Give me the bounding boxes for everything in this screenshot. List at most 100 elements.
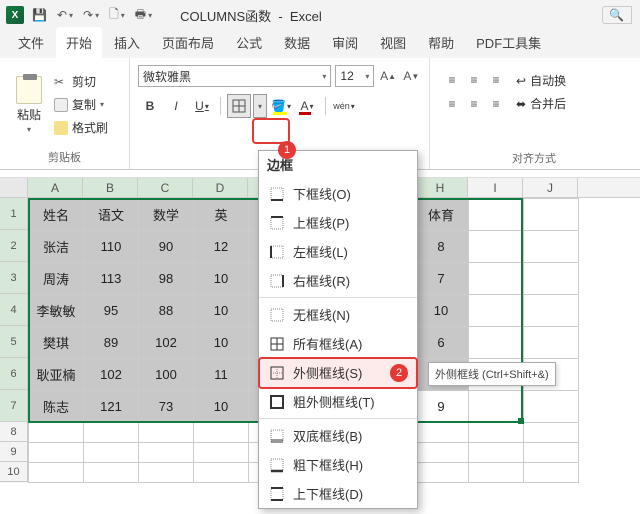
cell[interactable]: 121 <box>84 391 139 423</box>
new-file-icon[interactable]: 🗋▾ <box>109 5 125 26</box>
tab-help[interactable]: 帮助 <box>418 27 464 58</box>
cell[interactable]: 73 <box>139 391 194 423</box>
border-menu-item[interactable]: 粗外侧框线(T) <box>259 387 417 416</box>
cell[interactable] <box>194 423 249 443</box>
cell[interactable] <box>139 423 194 443</box>
cell[interactable]: 102 <box>139 327 194 359</box>
col-header[interactable]: C <box>138 178 193 197</box>
cell[interactable]: 李敏敏 <box>29 295 84 327</box>
phonetic-button[interactable]: wén▾ <box>332 94 356 118</box>
cell[interactable]: 12 <box>194 231 249 263</box>
align-middle-icon[interactable]: ≡ <box>464 70 484 90</box>
row-header[interactable]: 4 <box>0 294 28 326</box>
cell[interactable] <box>469 391 524 423</box>
cell[interactable]: 95 <box>84 295 139 327</box>
row-header[interactable]: 7 <box>0 390 28 422</box>
cell[interactable] <box>469 199 524 231</box>
cell[interactable] <box>469 263 524 295</box>
tab-layout[interactable]: 页面布局 <box>152 27 224 58</box>
undo-icon[interactable]: ↶▾ <box>57 8 73 22</box>
col-header[interactable]: J <box>523 178 578 197</box>
cell[interactable] <box>29 423 84 443</box>
cell[interactable] <box>469 463 524 483</box>
cell[interactable] <box>469 443 524 463</box>
tab-view[interactable]: 视图 <box>370 27 416 58</box>
border-menu-item[interactable]: 所有框线(A) <box>259 329 417 358</box>
cell[interactable] <box>524 199 579 231</box>
cell[interactable]: 张洁 <box>29 231 84 263</box>
cell[interactable]: 8 <box>414 231 469 263</box>
font-name-select[interactable]: 微软雅黑▾ <box>138 65 331 87</box>
align-top-icon[interactable]: ≡ <box>442 70 462 90</box>
align-right-icon[interactable]: ≡ <box>486 94 506 114</box>
align-center-icon[interactable]: ≡ <box>464 94 484 114</box>
border-button[interactable] <box>227 94 251 118</box>
cell[interactable]: 90 <box>139 231 194 263</box>
cell[interactable]: 7 <box>414 263 469 295</box>
cell[interactable] <box>524 263 579 295</box>
border-menu-item[interactable]: 下框线(O) <box>259 179 417 208</box>
row-header[interactable]: 2 <box>0 230 28 262</box>
copy-button[interactable]: 复制▾ <box>54 96 108 113</box>
increase-font-icon[interactable]: A▲ <box>378 65 397 87</box>
align-left-icon[interactable]: ≡ <box>442 94 462 114</box>
border-menu-item[interactable]: 上下框线(D) <box>259 479 417 508</box>
cell[interactable]: 陈志 <box>29 391 84 423</box>
underline-button[interactable]: U▾ <box>190 94 214 118</box>
border-menu-item[interactable]: 左框线(L) <box>259 237 417 266</box>
cell[interactable]: 10 <box>194 295 249 327</box>
tab-file[interactable]: 文件 <box>8 27 54 58</box>
tab-formula[interactable]: 公式 <box>226 27 272 58</box>
wrap-text-button[interactable]: ↩自动换 <box>516 72 566 89</box>
cell[interactable] <box>524 463 579 483</box>
font-size-select[interactable]: 12▾ <box>335 65 374 87</box>
cell[interactable]: 6 <box>414 327 469 359</box>
font-color-button[interactable]: A▾ <box>295 94 319 118</box>
cell[interactable]: 数学 <box>139 199 194 231</box>
cell[interactable] <box>139 443 194 463</box>
cell[interactable] <box>29 463 84 483</box>
row-header[interactable]: 5 <box>0 326 28 358</box>
cell[interactable]: 9 <box>414 391 469 423</box>
cell[interactable] <box>414 443 469 463</box>
cell[interactable] <box>524 443 579 463</box>
cell[interactable] <box>194 443 249 463</box>
row-header[interactable]: 3 <box>0 262 28 294</box>
col-header[interactable]: H <box>413 178 468 197</box>
cell[interactable]: 10 <box>414 295 469 327</box>
cell[interactable] <box>84 463 139 483</box>
cell[interactable] <box>29 443 84 463</box>
cell[interactable]: 10 <box>194 327 249 359</box>
cell[interactable] <box>469 423 524 443</box>
border-menu-item[interactable]: 右框线(R) <box>259 266 417 295</box>
print-icon[interactable]: 🖶▾ <box>135 5 152 26</box>
cell[interactable] <box>194 463 249 483</box>
cell[interactable] <box>84 423 139 443</box>
tab-data[interactable]: 数据 <box>274 27 320 58</box>
cell[interactable]: 113 <box>84 263 139 295</box>
border-menu-item[interactable]: 双底框线(B) <box>259 421 417 450</box>
cell[interactable]: 耿亚楠 <box>29 359 84 391</box>
tab-home[interactable]: 开始 <box>56 27 102 58</box>
cell[interactable]: 10 <box>194 263 249 295</box>
cell[interactable] <box>139 463 194 483</box>
paste-button[interactable]: 粘贴 ▾ <box>8 62 50 147</box>
cell[interactable] <box>524 391 579 423</box>
cell[interactable]: 102 <box>84 359 139 391</box>
row-header[interactable]: 8 <box>0 422 28 442</box>
col-header[interactable]: A <box>28 178 83 197</box>
cell[interactable]: 89 <box>84 327 139 359</box>
cell[interactable] <box>84 443 139 463</box>
border-dropdown-button[interactable]: ▾ <box>253 94 267 118</box>
cell[interactable]: 周涛 <box>29 263 84 295</box>
tab-pdf[interactable]: PDF工具集 <box>466 27 551 58</box>
cell[interactable]: 98 <box>139 263 194 295</box>
cell[interactable]: 88 <box>139 295 194 327</box>
cell[interactable]: 100 <box>139 359 194 391</box>
row-header[interactable]: 6 <box>0 358 28 390</box>
cell[interactable]: 樊琪 <box>29 327 84 359</box>
col-header[interactable]: D <box>193 178 248 197</box>
cell[interactable] <box>469 295 524 327</box>
save-icon[interactable]: 💾 <box>32 8 47 22</box>
cell[interactable] <box>414 423 469 443</box>
